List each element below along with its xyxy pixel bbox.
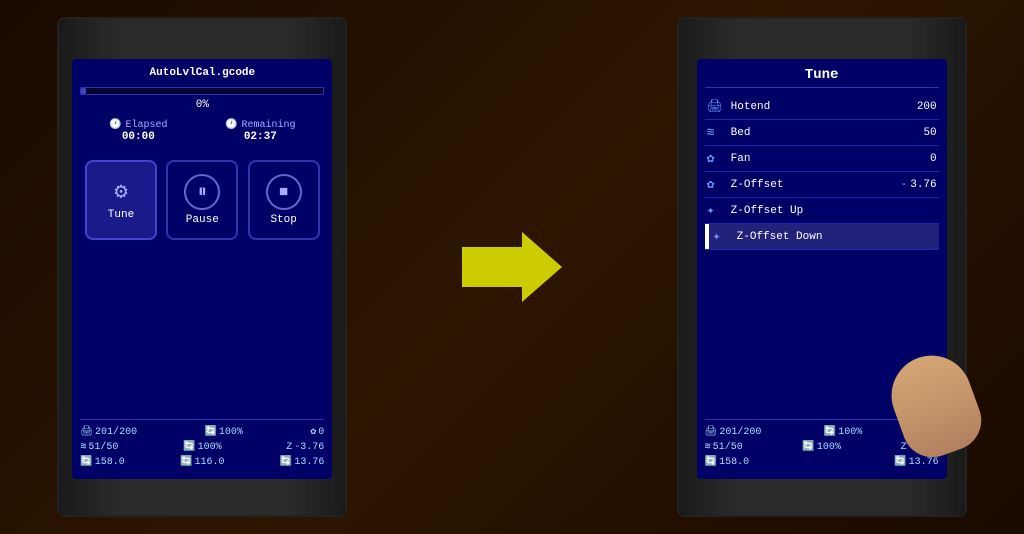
time-row: 🕐 Elapsed 00:00 🕐 Remaining 02:37 (80, 119, 324, 143)
tune-item-zoffset[interactable]: ✿ Z-Offset - 3.76 (705, 172, 939, 198)
z-coord-icon: 🔄 (280, 456, 292, 468)
fan-tune-label: Fan (731, 153, 930, 165)
tune-item-zoffset-down[interactable]: ✦ Z-Offset Down (705, 224, 939, 250)
printer-right: Tune 🖨 Hotend 200 ≋ Bed 50 ✿ Fan 0 (677, 17, 967, 517)
hotend-tune-value: 200 (917, 101, 937, 113)
status-row-r2: ≋ 51/50 🔄 100% Z -3.76 (705, 441, 939, 453)
zoffset-up-label: Z-Offset Up (731, 205, 937, 217)
elapsed-block: 🕐 Elapsed 00:00 (109, 119, 167, 143)
bed-reading: 51/50 (88, 442, 118, 453)
z-coord-status: 🔄 13.76 (280, 456, 324, 468)
status-row-2: ≋ 51/50 🔄 100% Z -3.76 (80, 441, 324, 453)
r-bed-speed: 🔄 100% (802, 441, 840, 453)
status-bar-left: 🖨 201/200 🔄 100% ✿ 0 (80, 419, 324, 471)
fan-icon: ✿ (310, 426, 316, 438)
bed-tune-label: Bed (731, 127, 924, 139)
printer-left: AutoLvlCal.gcode 0% 🕐 Elapsed 00:00 (57, 17, 347, 517)
r-z-coord-icon: 🔄 (894, 456, 906, 468)
stop-label: Stop (270, 214, 296, 226)
r-hotend-reading: 201/200 (719, 427, 761, 438)
filename: AutoLvlCal.gcode (80, 67, 324, 79)
arrow-container (462, 232, 562, 302)
stop-icon: ⏹ (266, 174, 302, 210)
remaining-label: 🕐 Remaining (225, 119, 295, 131)
tune-button[interactable]: ⚙ Tune (85, 160, 157, 240)
zoffset-up-icon: ✦ (707, 203, 727, 218)
elapsed-label: 🕐 Elapsed (109, 119, 167, 131)
status-row-1: 🖨 201/200 🔄 100% ✿ 0 (80, 426, 324, 438)
tune-item-fan[interactable]: ✿ Fan 0 (705, 146, 939, 172)
r-bed-reading: 51/50 (713, 442, 743, 453)
fan-tune-value: 0 (930, 153, 937, 165)
tune-label: Tune (108, 209, 134, 221)
progress-pct: 0% (80, 99, 324, 111)
r-speed-icon: 🔄 (824, 426, 836, 438)
zoffset-minus-icon: - (901, 179, 908, 191)
hotend-icon: 🖨 (80, 426, 93, 438)
hotend-tune-icon: 🖨 (707, 99, 727, 114)
r-z-coord-status: 🔄 13.76 (894, 456, 938, 468)
tune-item-zoffset-up[interactable]: ✦ Z-Offset Up (705, 198, 939, 224)
buttons-row: ⚙ Tune ⏸ Pause ⏹ Stop (80, 160, 324, 240)
screen-left: AutoLvlCal.gcode 0% 🕐 Elapsed 00:00 (72, 59, 332, 479)
x-icon: 🔄 (80, 456, 92, 468)
status-row-r3: 🔄 158.0 🔄 13.76 (705, 456, 939, 468)
r-hotend-status: 🖨 201/200 (705, 426, 762, 438)
tune-item-hotend[interactable]: 🖨 Hotend 200 (705, 94, 939, 120)
x-status: 🔄 158.0 (80, 456, 124, 468)
r-x-status: 🔄 158.0 (705, 456, 749, 468)
stop-button[interactable]: ⏹ Stop (248, 160, 320, 240)
r-x-icon: 🔄 (705, 456, 717, 468)
fan-status: ✿ 0 (310, 426, 324, 438)
selected-indicator (705, 224, 709, 249)
zoffset-tune-label: Z-Offset (731, 179, 901, 191)
tune-item-bed[interactable]: ≋ Bed 50 (705, 120, 939, 146)
r-bed-status: ≋ 51/50 (705, 441, 743, 453)
elapsed-value: 00:00 (122, 131, 155, 143)
bed-speed-icon: 🔄 (183, 441, 195, 453)
bed-tune-icon: ≋ (707, 125, 727, 140)
hotend-tune-label: Hotend (731, 101, 917, 113)
remaining-block: 🕐 Remaining 02:37 (225, 119, 295, 143)
hotend-reading: 201/200 (95, 427, 137, 438)
r-bed-speed-icon: 🔄 (802, 441, 814, 453)
bed-icon: ≋ (80, 441, 86, 453)
speed-icon: 🔄 (204, 426, 216, 438)
progress-bar-fill (81, 88, 86, 94)
timer-icon: 🕐 (225, 119, 237, 131)
gear-icon: ⚙ (114, 179, 127, 205)
bed-tune-value: 50 (923, 127, 936, 139)
speed-status: 🔄 100% (204, 426, 242, 438)
scene: AutoLvlCal.gcode 0% 🕐 Elapsed 00:00 (0, 0, 1024, 534)
remaining-value: 02:37 (244, 131, 277, 143)
r-bed-icon: ≋ (705, 441, 711, 453)
progress-bar-container (80, 87, 324, 95)
pause-icon: ⏸ (184, 174, 220, 210)
pause-button[interactable]: ⏸ Pause (166, 160, 238, 240)
z-status: Z -3.76 (286, 442, 324, 453)
bed-status: ≋ 51/50 (80, 441, 118, 453)
zoffset-tune-value: 3.76 (910, 179, 936, 191)
hotend-status: 🖨 201/200 (80, 426, 137, 438)
tune-title: Tune (705, 67, 939, 88)
clock-icon: 🕐 (109, 119, 121, 131)
status-row-3: 🔄 158.0 🔄 116.0 🔄 13.76 (80, 456, 324, 468)
y-status: 🔄 116.0 (180, 456, 224, 468)
r-speed-status: 🔄 100% (824, 426, 862, 438)
fan-tune-icon: ✿ (707, 151, 727, 166)
zoffset-tune-icon: ✿ (707, 177, 727, 192)
y-icon: 🔄 (180, 456, 192, 468)
r-z-icon: Z (901, 442, 907, 453)
z-icon: Z (286, 442, 292, 453)
zoffset-down-label: Z-Offset Down (737, 231, 937, 243)
bed-speed: 🔄 100% (183, 441, 221, 453)
zoffset-down-icon: ✦ (713, 229, 733, 244)
arrow-right-icon (462, 232, 562, 302)
r-hotend-icon: 🖨 (705, 426, 718, 438)
pause-label: Pause (186, 214, 219, 226)
